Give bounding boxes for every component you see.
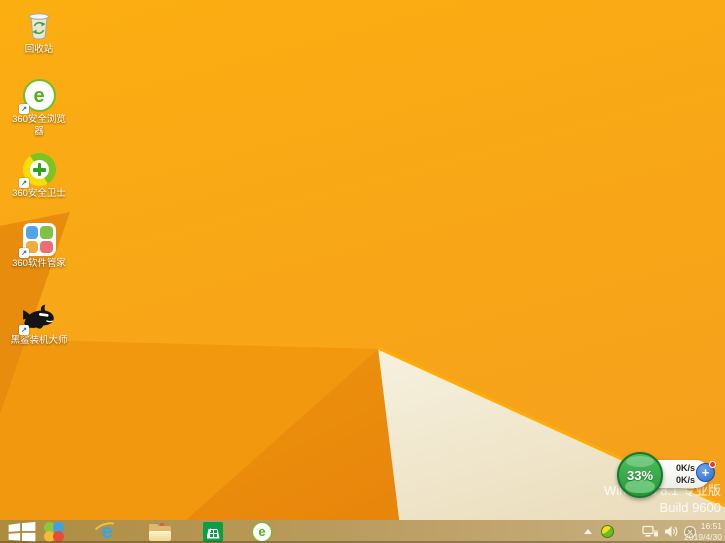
taskbar: e e 16:51 2019/4/30 — [0, 518, 725, 543]
recycle-bin-icon — [2, 5, 76, 42]
desktop-icon-360-software-manager[interactable]: ↗ 360软件管家 — [2, 219, 76, 270]
download-speed: 0K/s — [675, 475, 695, 485]
volume-tray-icon[interactable] — [664, 525, 678, 538]
black-shark-icon: ↗ — [2, 296, 76, 335]
360-tray-icon[interactable] — [601, 525, 614, 538]
icon-label: 360软件管家 — [12, 258, 66, 269]
add-accelerate-button[interactable]: + — [696, 461, 716, 482]
icon-label: 360安全卫士 — [12, 188, 66, 199]
memory-usage-ball[interactable]: 33% — [617, 452, 663, 498]
taskbar-internet-explorer-button[interactable]: e — [91, 518, 121, 543]
tray-time: 16:51 — [700, 521, 722, 531]
taskbar-colorful-ball-button[interactable] — [40, 521, 68, 542]
icon-label: 360安全浏览器 — [12, 114, 66, 137]
memory-percent: 33% — [626, 467, 654, 483]
desktop-icon-360-safeguard[interactable]: ↗ 360安全卫士 — [2, 149, 76, 200]
notification-dot — [709, 461, 716, 468]
icon-label: 黑鲨装机大师 — [10, 335, 68, 346]
taskbar-360-browser-button[interactable]: e — [248, 521, 276, 542]
windows-store-icon — [203, 521, 223, 542]
taskbar-file-explorer-button[interactable] — [146, 521, 174, 542]
desktop-icon-black-shark[interactable]: ↗ 黑鲨装机大师 — [2, 296, 76, 347]
taskbar-windows-store-button[interactable] — [199, 521, 227, 542]
net-speed-widget[interactable]: ↑ 0K/s ↓ 0K/s 33% + — [617, 451, 721, 499]
tray-date: 2019/4/30 — [684, 531, 722, 542]
desktop-icon-recycle-bin[interactable]: 回收站 — [2, 5, 76, 56]
360-software-manager-icon: ↗ — [2, 219, 76, 258]
shortcut-arrow-icon: ↗ — [19, 178, 29, 188]
shortcut-arrow-icon: ↗ — [19, 104, 29, 114]
network-tray-icon[interactable] — [642, 525, 659, 539]
show-hidden-icons-caret[interactable] — [584, 529, 592, 534]
shortcut-arrow-icon: ↗ — [19, 325, 29, 335]
internet-explorer-icon: e — [91, 518, 121, 543]
desktop-icon-360-browser[interactable]: e ↗ 360安全浏览器 — [2, 75, 76, 137]
360-browser-icon: e — [252, 521, 272, 542]
360-safeguard-icon: ↗ — [2, 149, 76, 188]
tray-clock[interactable]: 16:51 2019/4/30 — [684, 521, 722, 542]
file-explorer-icon — [149, 522, 171, 541]
start-button[interactable] — [5, 521, 39, 542]
colorful-ball-icon — [44, 521, 64, 542]
icon-label: 回收站 — [24, 44, 54, 55]
360-browser-icon: e ↗ — [2, 75, 76, 114]
shortcut-arrow-icon: ↗ — [19, 248, 29, 258]
windows-logo-icon — [8, 521, 36, 542]
watermark-build: Build 9600 — [659, 500, 721, 515]
upload-speed: 0K/s — [675, 463, 695, 473]
